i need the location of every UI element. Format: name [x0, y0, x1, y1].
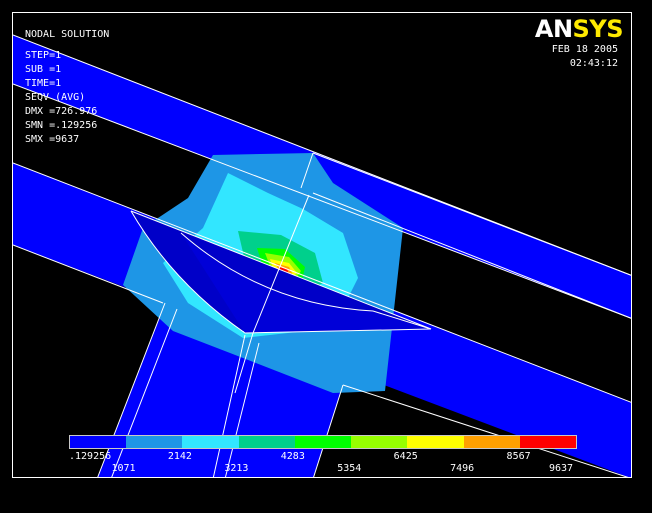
legend-band-1 [126, 436, 183, 448]
legend-band-6 [407, 436, 464, 448]
legend-label-4: 4283 [280, 451, 305, 462]
header-line-smn: SMN =.129256 [25, 120, 97, 131]
legend-label-1: 1071 [111, 463, 136, 474]
logo-part-sys: SYS [572, 15, 624, 43]
legend-label-0: .129256 [69, 451, 112, 462]
logo-part-an: AN [534, 15, 573, 43]
legend-band-2 [182, 436, 239, 448]
legend-band-3 [238, 436, 295, 448]
fe-model-contour[interactable]: NODAL SOLUTION STEP=1 SUB =1 TIME=1 SEQV… [13, 13, 632, 478]
legend-band-4 [294, 436, 352, 448]
legend-band-5 [351, 436, 408, 448]
legend-label-6: 6425 [393, 451, 418, 462]
header-line-sub: SUB =1 [25, 64, 61, 75]
legend-band-7 [463, 436, 520, 448]
header-line-step: STEP=1 [25, 50, 61, 61]
legend-label-5: 5354 [337, 463, 362, 474]
header-line-time: TIME=1 [25, 78, 61, 89]
header-line-seqv: SEQV (AVG) [25, 92, 85, 103]
legend-band-8 [519, 436, 576, 448]
header-line-smx: SMX =9637 [25, 134, 79, 145]
ansys-logo: ANSYS [534, 15, 624, 43]
timestamp: FEB 18 2005 02:43:12 [552, 43, 618, 71]
stamp-time: 02:43:12 [569, 58, 618, 69]
legend-label-9: 9637 [549, 463, 574, 474]
legend-label-3: 3213 [224, 463, 249, 474]
header-line-dmx: DMX =726.976 [25, 106, 97, 117]
legend-label-2: 2142 [167, 451, 192, 462]
legend-band-0 [70, 436, 127, 448]
contour-legend-bar [69, 435, 577, 449]
graphics-viewport[interactable]: NODAL SOLUTION STEP=1 SUB =1 TIME=1 SEQV… [12, 12, 632, 478]
legend-label-7: 7496 [450, 463, 475, 474]
header-title: NODAL SOLUTION [25, 29, 109, 40]
legend-label-8: 8567 [506, 451, 531, 462]
stamp-date: FEB 18 2005 [551, 44, 618, 55]
